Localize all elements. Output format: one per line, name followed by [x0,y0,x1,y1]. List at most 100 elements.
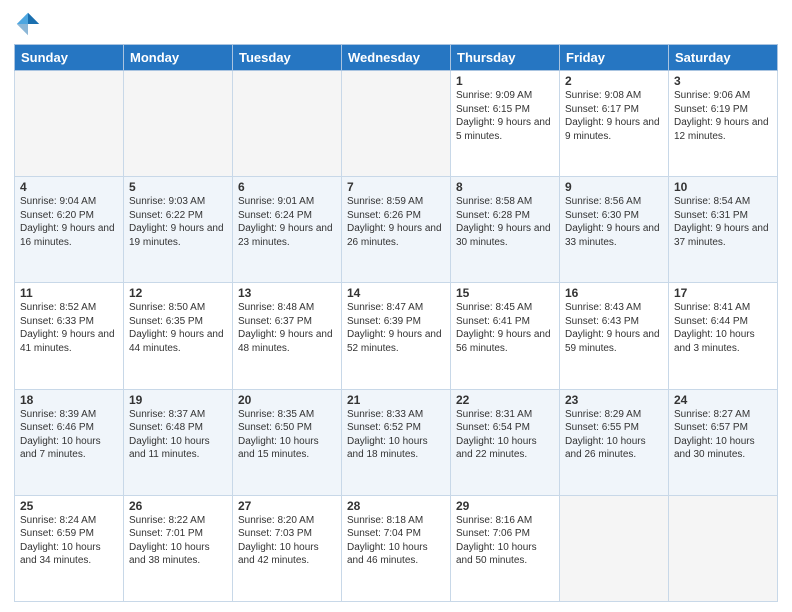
day-number: 20 [238,393,336,407]
table-row: 7Sunrise: 8:59 AM Sunset: 6:26 PM Daylig… [342,177,451,283]
day-info: Sunrise: 8:59 AM Sunset: 6:26 PM Dayligh… [347,195,445,249]
day-number: 6 [238,180,336,194]
table-row: 26Sunrise: 8:22 AM Sunset: 7:01 PM Dayli… [124,495,233,601]
table-row: 1Sunrise: 9:09 AM Sunset: 6:15 PM Daylig… [451,71,560,177]
day-info: Sunrise: 8:58 AM Sunset: 6:28 PM Dayligh… [456,195,554,249]
day-info: Sunrise: 8:43 AM Sunset: 6:43 PM Dayligh… [565,301,663,355]
table-row: 15Sunrise: 8:45 AM Sunset: 6:41 PM Dayli… [451,283,560,389]
calendar-header-row: Sunday Monday Tuesday Wednesday Thursday… [15,45,778,71]
day-info: Sunrise: 8:50 AM Sunset: 6:35 PM Dayligh… [129,301,227,355]
day-number: 25 [20,499,118,513]
table-row: 29Sunrise: 8:16 AM Sunset: 7:06 PM Dayli… [451,495,560,601]
day-info: Sunrise: 8:39 AM Sunset: 6:46 PM Dayligh… [20,408,118,462]
day-info: Sunrise: 8:56 AM Sunset: 6:30 PM Dayligh… [565,195,663,249]
table-row: 13Sunrise: 8:48 AM Sunset: 6:37 PM Dayli… [233,283,342,389]
day-info: Sunrise: 8:37 AM Sunset: 6:48 PM Dayligh… [129,408,227,462]
header [14,10,778,38]
day-number: 22 [456,393,554,407]
day-info: Sunrise: 9:04 AM Sunset: 6:20 PM Dayligh… [20,195,118,249]
table-row [560,495,669,601]
day-info: Sunrise: 8:45 AM Sunset: 6:41 PM Dayligh… [456,301,554,355]
day-number: 19 [129,393,227,407]
day-number: 5 [129,180,227,194]
table-row [342,71,451,177]
day-number: 16 [565,286,663,300]
table-row: 11Sunrise: 8:52 AM Sunset: 6:33 PM Dayli… [15,283,124,389]
day-info: Sunrise: 8:35 AM Sunset: 6:50 PM Dayligh… [238,408,336,462]
page: Sunday Monday Tuesday Wednesday Thursday… [0,0,792,612]
table-row: 19Sunrise: 8:37 AM Sunset: 6:48 PM Dayli… [124,389,233,495]
day-number: 15 [456,286,554,300]
table-row: 6Sunrise: 9:01 AM Sunset: 6:24 PM Daylig… [233,177,342,283]
table-row: 4Sunrise: 9:04 AM Sunset: 6:20 PM Daylig… [15,177,124,283]
table-row: 8Sunrise: 8:58 AM Sunset: 6:28 PM Daylig… [451,177,560,283]
table-row: 17Sunrise: 8:41 AM Sunset: 6:44 PM Dayli… [669,283,778,389]
col-tuesday: Tuesday [233,45,342,71]
day-number: 4 [20,180,118,194]
table-row: 2Sunrise: 9:08 AM Sunset: 6:17 PM Daylig… [560,71,669,177]
day-info: Sunrise: 8:16 AM Sunset: 7:06 PM Dayligh… [456,514,554,568]
day-info: Sunrise: 8:24 AM Sunset: 6:59 PM Dayligh… [20,514,118,568]
day-info: Sunrise: 8:47 AM Sunset: 6:39 PM Dayligh… [347,301,445,355]
calendar-week-row: 25Sunrise: 8:24 AM Sunset: 6:59 PM Dayli… [15,495,778,601]
table-row: 9Sunrise: 8:56 AM Sunset: 6:30 PM Daylig… [560,177,669,283]
logo [14,10,46,38]
day-info: Sunrise: 8:52 AM Sunset: 6:33 PM Dayligh… [20,301,118,355]
day-number: 17 [674,286,772,300]
table-row: 20Sunrise: 8:35 AM Sunset: 6:50 PM Dayli… [233,389,342,495]
day-number: 2 [565,74,663,88]
day-number: 28 [347,499,445,513]
table-row: 12Sunrise: 8:50 AM Sunset: 6:35 PM Dayli… [124,283,233,389]
day-number: 1 [456,74,554,88]
table-row [15,71,124,177]
table-row: 3Sunrise: 9:06 AM Sunset: 6:19 PM Daylig… [669,71,778,177]
day-info: Sunrise: 8:48 AM Sunset: 6:37 PM Dayligh… [238,301,336,355]
calendar-week-row: 4Sunrise: 9:04 AM Sunset: 6:20 PM Daylig… [15,177,778,283]
col-sunday: Sunday [15,45,124,71]
day-info: Sunrise: 8:29 AM Sunset: 6:55 PM Dayligh… [565,408,663,462]
day-info: Sunrise: 9:01 AM Sunset: 6:24 PM Dayligh… [238,195,336,249]
table-row: 14Sunrise: 8:47 AM Sunset: 6:39 PM Dayli… [342,283,451,389]
day-info: Sunrise: 8:31 AM Sunset: 6:54 PM Dayligh… [456,408,554,462]
day-info: Sunrise: 8:22 AM Sunset: 7:01 PM Dayligh… [129,514,227,568]
day-number: 18 [20,393,118,407]
table-row: 27Sunrise: 8:20 AM Sunset: 7:03 PM Dayli… [233,495,342,601]
table-row [124,71,233,177]
col-thursday: Thursday [451,45,560,71]
day-info: Sunrise: 8:41 AM Sunset: 6:44 PM Dayligh… [674,301,772,355]
col-friday: Friday [560,45,669,71]
table-row: 22Sunrise: 8:31 AM Sunset: 6:54 PM Dayli… [451,389,560,495]
table-row: 23Sunrise: 8:29 AM Sunset: 6:55 PM Dayli… [560,389,669,495]
day-number: 7 [347,180,445,194]
day-number: 9 [565,180,663,194]
table-row: 5Sunrise: 9:03 AM Sunset: 6:22 PM Daylig… [124,177,233,283]
table-row [669,495,778,601]
day-info: Sunrise: 9:03 AM Sunset: 6:22 PM Dayligh… [129,195,227,249]
calendar-week-row: 11Sunrise: 8:52 AM Sunset: 6:33 PM Dayli… [15,283,778,389]
table-row: 24Sunrise: 8:27 AM Sunset: 6:57 PM Dayli… [669,389,778,495]
day-number: 24 [674,393,772,407]
day-info: Sunrise: 8:54 AM Sunset: 6:31 PM Dayligh… [674,195,772,249]
table-row: 25Sunrise: 8:24 AM Sunset: 6:59 PM Dayli… [15,495,124,601]
day-number: 26 [129,499,227,513]
day-info: Sunrise: 8:18 AM Sunset: 7:04 PM Dayligh… [347,514,445,568]
day-info: Sunrise: 8:27 AM Sunset: 6:57 PM Dayligh… [674,408,772,462]
table-row: 28Sunrise: 8:18 AM Sunset: 7:04 PM Dayli… [342,495,451,601]
logo-icon [14,10,42,38]
day-number: 3 [674,74,772,88]
table-row [233,71,342,177]
day-number: 27 [238,499,336,513]
day-number: 14 [347,286,445,300]
day-info: Sunrise: 9:09 AM Sunset: 6:15 PM Dayligh… [456,89,554,143]
calendar-week-row: 18Sunrise: 8:39 AM Sunset: 6:46 PM Dayli… [15,389,778,495]
day-info: Sunrise: 9:06 AM Sunset: 6:19 PM Dayligh… [674,89,772,143]
table-row: 10Sunrise: 8:54 AM Sunset: 6:31 PM Dayli… [669,177,778,283]
table-row: 18Sunrise: 8:39 AM Sunset: 6:46 PM Dayli… [15,389,124,495]
day-info: Sunrise: 8:33 AM Sunset: 6:52 PM Dayligh… [347,408,445,462]
day-info: Sunrise: 8:20 AM Sunset: 7:03 PM Dayligh… [238,514,336,568]
day-number: 10 [674,180,772,194]
calendar-table: Sunday Monday Tuesday Wednesday Thursday… [14,44,778,602]
day-number: 8 [456,180,554,194]
col-monday: Monday [124,45,233,71]
col-wednesday: Wednesday [342,45,451,71]
